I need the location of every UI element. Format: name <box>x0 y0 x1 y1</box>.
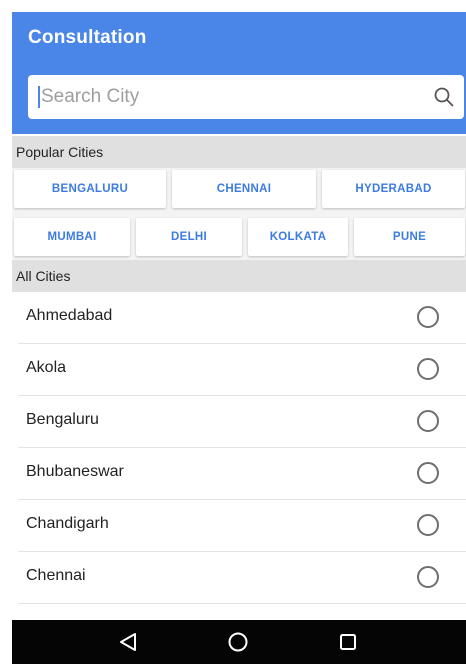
city-row-ahmedabad[interactable]: Ahmedabad <box>12 292 466 344</box>
radio-button[interactable] <box>417 410 439 432</box>
city-row-bhubaneswar[interactable]: Bhubaneswar <box>12 448 466 500</box>
all-cities-heading: All Cities <box>16 268 71 284</box>
city-name: Chennai <box>26 567 86 584</box>
popular-city-chip-kolkata[interactable]: KOLKATA <box>248 218 348 256</box>
radio-button[interactable] <box>417 306 439 328</box>
row-divider <box>18 603 466 604</box>
popular-city-chip-pune[interactable]: PUNE <box>354 218 465 256</box>
all-cities-header: All Cities <box>12 260 466 292</box>
city-name: Bengaluru <box>26 411 99 428</box>
city-name: Chandigarh <box>26 515 109 532</box>
search-input[interactable] <box>41 75 411 119</box>
city-row-bengaluru[interactable]: Bengaluru <box>12 396 466 448</box>
text-cursor <box>38 86 40 108</box>
radio-button[interactable] <box>417 566 439 588</box>
system-nav-bar <box>12 620 466 664</box>
recents-square-icon[interactable] <box>336 630 360 654</box>
city-row-chennai[interactable]: Chennai <box>12 552 466 604</box>
city-row-chandigarh[interactable]: Chandigarh <box>12 500 466 552</box>
city-name: Ahmedabad <box>26 307 113 324</box>
popular-cities-grid: BENGALURU CHENNAI HYDERABAD MUMBAI DELHI… <box>12 168 466 260</box>
popular-city-chip-bengaluru[interactable]: BENGALURU <box>14 170 166 208</box>
popular-city-chip-delhi[interactable]: DELHI <box>136 218 242 256</box>
back-triangle-icon[interactable] <box>116 630 140 654</box>
search-icon[interactable] <box>432 85 456 109</box>
city-name: Akola <box>26 359 67 376</box>
popular-city-chip-chennai[interactable]: CHENNAI <box>172 170 316 208</box>
page-title: Consultation <box>28 27 147 48</box>
radio-button[interactable] <box>417 462 439 484</box>
popular-city-chip-mumbai[interactable]: MUMBAI <box>14 218 130 256</box>
popular-cities-heading: Popular Cities <box>16 144 104 160</box>
search-box[interactable] <box>28 75 464 119</box>
popular-city-chip-hyderabad[interactable]: HYDERABAD <box>322 170 465 208</box>
home-circle-icon[interactable] <box>226 630 250 654</box>
app-header: Consultation <box>12 12 466 134</box>
radio-button[interactable] <box>417 358 439 380</box>
city-name: Bhubaneswar <box>26 463 124 480</box>
app-screen: Consultation Popular Cities BENGALURU CH… <box>12 12 466 664</box>
radio-button[interactable] <box>417 514 439 536</box>
city-row-akola[interactable]: Akola <box>12 344 466 396</box>
popular-cities-header: Popular Cities <box>12 136 466 168</box>
all-cities-list: Ahmedabad Akola Bengaluru Bhubaneswar Ch… <box>12 292 466 614</box>
